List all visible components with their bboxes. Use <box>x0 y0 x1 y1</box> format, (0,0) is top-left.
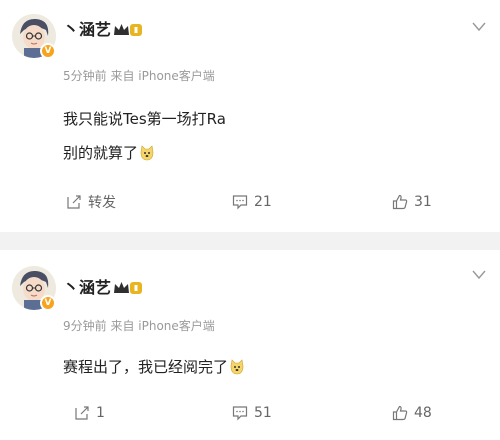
verified-badge: V <box>40 43 56 59</box>
repost-icon <box>75 406 89 420</box>
repost-icon <box>67 195 81 209</box>
repost-label: 转发 <box>88 195 116 211</box>
post-divider <box>0 232 500 250</box>
post-card[interactable]: V 丶涵艺 9分钟前 来自 iPhone客户端 赛程出了，我已经阅完了 1 51 <box>0 250 500 440</box>
comment-count: 21 <box>254 194 272 210</box>
doge-emoji-icon <box>140 145 154 161</box>
like-count: 31 <box>414 194 432 210</box>
verified-badge: V <box>40 295 56 311</box>
post-meta: 9分钟前 来自 iPhone客户端 <box>63 319 215 333</box>
chevron-down-icon[interactable] <box>472 270 486 280</box>
thumbs-up-icon <box>392 194 408 210</box>
post-text-line: 别的就算了 <box>63 142 155 164</box>
comment-count: 51 <box>254 405 272 421</box>
repost-button[interactable]: 转发 <box>66 192 116 212</box>
comment-icon <box>232 406 248 421</box>
comment-icon <box>232 195 248 210</box>
post-text-line: 我只能说Tes第一场打Ra <box>63 110 226 128</box>
comment-button[interactable]: 51 <box>232 403 272 423</box>
username[interactable]: 丶涵艺 <box>63 20 111 40</box>
like-button[interactable]: 48 <box>392 403 432 423</box>
like-button[interactable]: 31 <box>392 192 432 212</box>
repost-count: 1 <box>96 405 105 421</box>
thumbs-up-icon <box>392 405 408 421</box>
crown-member-icon[interactable] <box>113 280 143 296</box>
doge-emoji-icon <box>230 359 244 375</box>
repost-button[interactable]: 1 <box>74 403 105 423</box>
like-count: 48 <box>414 405 432 421</box>
chevron-down-icon[interactable] <box>472 22 486 32</box>
post-text-line: 赛程出了，我已经阅完了 <box>63 356 245 378</box>
comment-button[interactable]: 21 <box>232 192 272 212</box>
username[interactable]: 丶涵艺 <box>63 278 111 298</box>
post-card[interactable]: V 丶涵艺 5分钟前 来自 iPhone客户端 我只能说Tes第一场打Ra 别的… <box>0 0 500 232</box>
crown-member-icon[interactable] <box>113 22 143 38</box>
post-meta: 5分钟前 来自 iPhone客户端 <box>63 69 215 83</box>
